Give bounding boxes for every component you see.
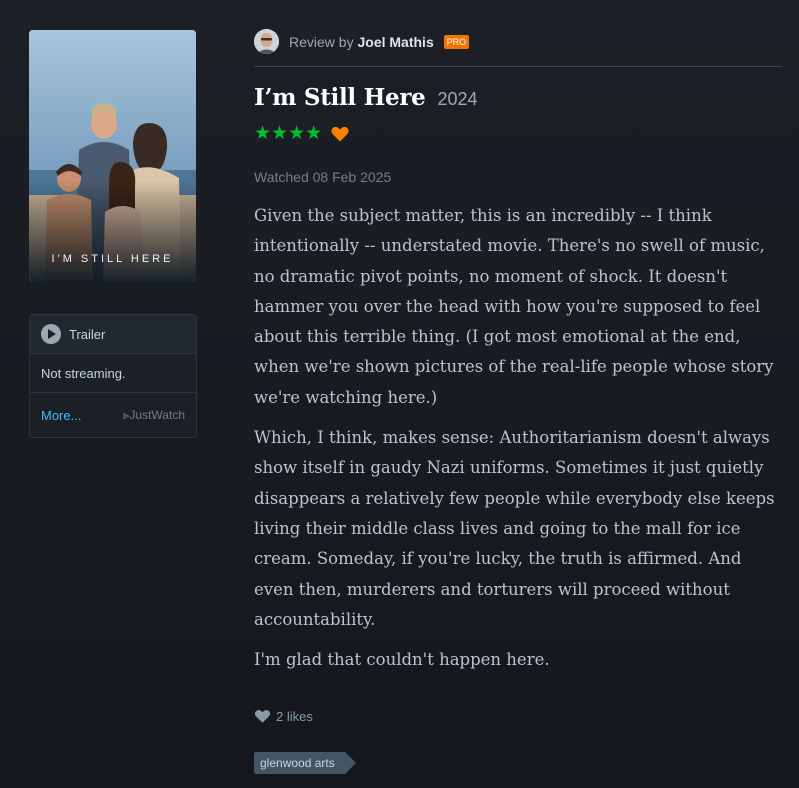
review-header: Review by Joel Mathis PRO <box>254 29 782 67</box>
liked-heart-icon <box>331 126 349 141</box>
review-paragraph: I'm glad that couldn't happen here. <box>254 650 550 670</box>
play-icon <box>41 324 61 344</box>
watch-panel: Trailer Not streaming. More... ⫸JustWatc… <box>29 314 197 438</box>
film-poster[interactable]: I'M STILL HERE <box>29 30 196 282</box>
watched-date: Watched 08 Feb 2025 <box>254 169 392 185</box>
justwatch-label: JustWatch <box>129 407 185 422</box>
film-title[interactable]: I’m Still Here <box>254 84 426 111</box>
star-rating: ★★★★ <box>254 123 323 144</box>
trailer-label: Trailer <box>69 326 106 342</box>
pro-badge: PRO <box>443 35 470 49</box>
review-by-prefix: Review by <box>289 34 354 50</box>
likes-count[interactable]: 2 likes <box>276 709 313 724</box>
film-year[interactable]: 2024 <box>437 89 477 110</box>
reviewer-name[interactable]: Joel Mathis <box>357 34 433 50</box>
streaming-status: Not streaming. <box>30 354 196 393</box>
trailer-button[interactable]: Trailer <box>30 315 196 354</box>
more-row: More... ⫸JustWatch <box>30 393 196 437</box>
poster-title-text: I'M STILL HERE <box>51 253 174 265</box>
likes-row[interactable]: 2 likes <box>254 708 313 724</box>
review-body: Given the subject matter, this is an inc… <box>254 201 784 685</box>
rating-row: ★★★★ <box>254 122 350 145</box>
reviewer-avatar[interactable] <box>254 29 279 54</box>
review-tag[interactable]: glenwood arts <box>254 752 356 774</box>
review-attribution: Review by Joel Mathis PRO <box>289 29 470 55</box>
avatar-image <box>254 29 279 54</box>
more-link[interactable]: More... <box>41 408 81 423</box>
justwatch-link[interactable]: ⫸JustWatch <box>123 408 185 423</box>
review-paragraph: Which, I think, makes sense: Authoritari… <box>254 428 775 629</box>
poster-image <box>29 30 196 282</box>
like-heart-icon[interactable] <box>254 708 271 724</box>
film-title-row: I’m Still Here 2024 <box>254 84 478 111</box>
review-paragraph: Given the subject matter, this is an inc… <box>254 206 774 407</box>
